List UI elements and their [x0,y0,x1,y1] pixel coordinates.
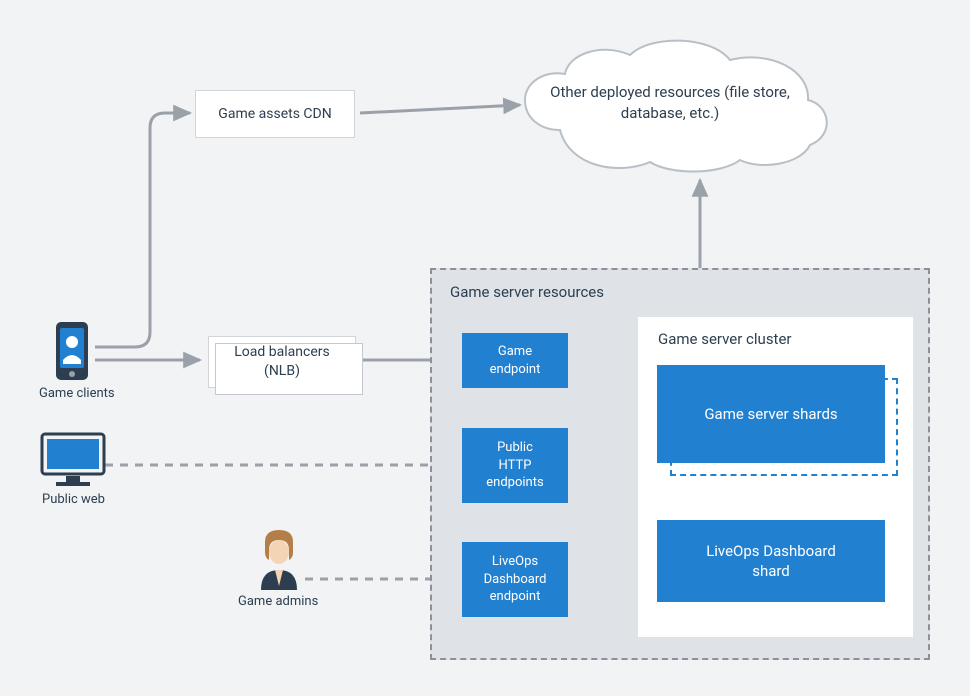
label-public-web: Public web [42,492,105,507]
node-cdn: Game assets CDN [195,90,355,138]
node-load-balancers: Load balancers (NLB) [208,336,356,388]
phone-icon [53,320,91,386]
node-public-http: Public HTTP endpoints [462,428,568,503]
label-game-clients: Game clients [39,386,115,401]
group-cluster-label: Game server cluster [658,330,792,348]
person-icon [255,530,303,594]
node-liveops-shard: LiveOps Dashboard shard [657,520,885,602]
node-liveops-endpoint: LiveOps Dashboard endpoint [462,542,568,617]
monitor-icon [38,430,108,492]
group-resources-label: Game server resources [450,283,604,301]
cloud-label: Other deployed resources (file store, da… [540,82,800,124]
node-shards: Game server shards [657,365,885,463]
node-game-endpoint: Game endpoint [462,333,568,388]
diagram-stage: Other deployed resources (file store, da… [0,0,970,696]
label-game-admins: Game admins [238,594,318,609]
